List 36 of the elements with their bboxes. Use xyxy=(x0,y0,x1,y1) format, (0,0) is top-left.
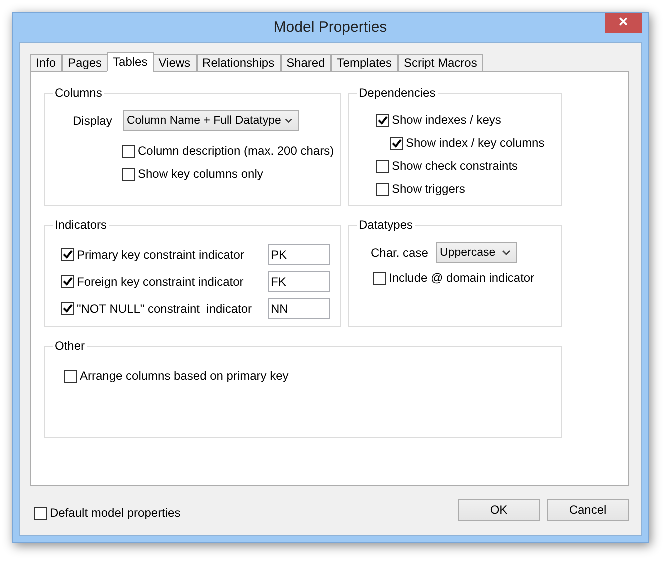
field-label: Display xyxy=(73,114,114,128)
checkbox-label[interactable]: Show index / key columns xyxy=(406,136,545,150)
checkbox-label[interactable]: Default model properties xyxy=(50,506,181,520)
checkbox-label[interactable]: Arrange columns based on primary key xyxy=(80,369,289,383)
field-label: Char. case xyxy=(371,246,430,260)
tab[interactable]: Templates xyxy=(331,54,398,72)
checkbox-label[interactable]: Show triggers xyxy=(392,182,466,196)
tab[interactable]: Relationships xyxy=(196,54,281,72)
tab[interactable]: Pages xyxy=(62,54,108,72)
checkbox-label[interactable]: Show key columns only xyxy=(138,167,264,181)
tab[interactable]: Tables xyxy=(107,52,154,72)
checkbox-label[interactable]: Primary key constraint indicator xyxy=(77,248,244,262)
group-title: Columns xyxy=(54,86,104,100)
dialog-button[interactable]: Cancel xyxy=(547,499,629,521)
input-field[interactable]: FK xyxy=(268,271,330,292)
char-case-dropdown[interactable]: Uppercase xyxy=(436,242,517,263)
tab[interactable]: Shared xyxy=(280,54,332,72)
tab[interactable]: Info xyxy=(30,54,62,72)
group-title: Other xyxy=(54,339,86,353)
checkbox-label[interactable]: Foreign key constraint indicator xyxy=(77,274,244,288)
checkbox-label[interactable]: Column description (max. 200 chars) xyxy=(138,144,334,158)
tab[interactable]: Views xyxy=(152,54,197,72)
group-title: Dependencies xyxy=(358,86,437,100)
group-title: Datatypes xyxy=(358,218,414,232)
group-title: Indicators xyxy=(54,218,108,232)
close-button[interactable]: × xyxy=(605,13,642,33)
checkbox-label[interactable]: "NOT NULL" constraint indicator xyxy=(77,302,252,316)
checkbox-label[interactable]: Show indexes / keys xyxy=(392,113,502,127)
input-field[interactable]: NN xyxy=(268,298,330,319)
checkbox-label[interactable]: Show check constraints xyxy=(392,159,518,173)
window-title: Model Properties xyxy=(274,19,388,36)
tab[interactable]: Script Macros xyxy=(398,54,484,72)
display-dropdown[interactable]: Column Name + Full Datatype xyxy=(123,110,299,131)
input-field[interactable]: PK xyxy=(268,244,330,265)
checkbox-label[interactable]: Include @ domain indicator xyxy=(389,271,535,285)
dialog-button[interactable]: OK xyxy=(458,499,540,521)
